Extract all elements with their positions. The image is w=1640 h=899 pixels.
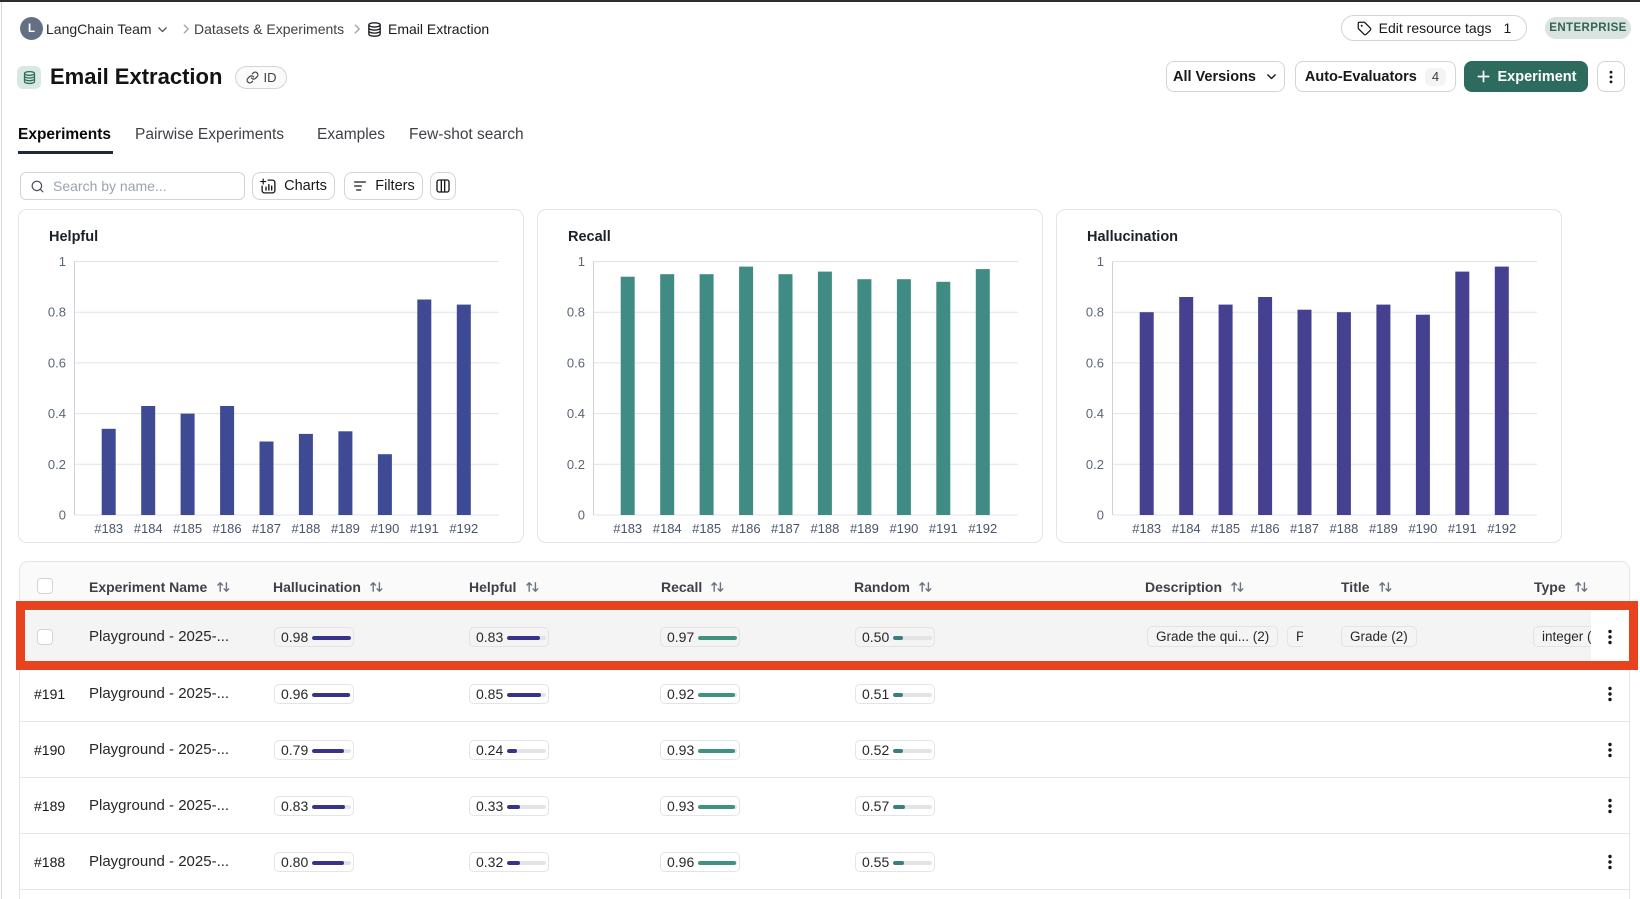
svg-text:1: 1 [59, 254, 66, 269]
svg-text:#191: #191 [929, 521, 958, 536]
svg-text:#183: #183 [613, 521, 642, 536]
svg-text:0.2: 0.2 [567, 457, 585, 472]
svg-text:#189: #189 [331, 521, 360, 536]
svg-text:Hallucination: Hallucination [1087, 229, 1178, 245]
svg-text:#190: #190 [1408, 521, 1437, 536]
svg-text:#188: #188 [810, 521, 839, 536]
svg-text:#184: #184 [1172, 521, 1201, 536]
svg-text:0.6: 0.6 [48, 355, 66, 370]
svg-text:0.4: 0.4 [48, 406, 66, 421]
svg-text:0.4: 0.4 [1086, 406, 1104, 421]
svg-text:#189: #189 [850, 521, 879, 536]
svg-text:0.6: 0.6 [567, 355, 585, 370]
svg-text:0.2: 0.2 [48, 457, 66, 472]
svg-text:#188: #188 [291, 521, 320, 536]
svg-text:#185: #185 [173, 521, 202, 536]
svg-text:#183: #183 [1132, 521, 1161, 536]
svg-text:#185: #185 [1211, 521, 1240, 536]
svg-text:#189: #189 [1369, 521, 1398, 536]
svg-text:#184: #184 [134, 521, 163, 536]
svg-text:#192: #192 [1487, 521, 1516, 536]
svg-text:0: 0 [1097, 508, 1104, 523]
svg-text:#186: #186 [1251, 521, 1280, 536]
svg-text:#186: #186 [213, 521, 242, 536]
svg-text:0: 0 [59, 508, 66, 523]
svg-text:Helpful: Helpful [49, 229, 98, 245]
svg-text:#187: #187 [1290, 521, 1319, 536]
svg-text:#187: #187 [771, 521, 800, 536]
svg-text:0.4: 0.4 [567, 406, 585, 421]
svg-text:#183: #183 [94, 521, 123, 536]
svg-text:1: 1 [1097, 254, 1104, 269]
svg-text:0: 0 [578, 508, 585, 523]
svg-text:#187: #187 [252, 521, 281, 536]
svg-text:#184: #184 [653, 521, 682, 536]
svg-text:#186: #186 [732, 521, 761, 536]
svg-text:#192: #192 [449, 521, 478, 536]
svg-text:0.8: 0.8 [48, 305, 66, 320]
svg-text:#185: #185 [692, 521, 721, 536]
svg-text:0.6: 0.6 [1086, 355, 1104, 370]
svg-text:1: 1 [578, 254, 585, 269]
svg-text:0.2: 0.2 [1086, 457, 1104, 472]
svg-text:Recall: Recall [568, 229, 611, 245]
svg-text:#190: #190 [370, 521, 399, 536]
svg-text:#191: #191 [410, 521, 439, 536]
svg-text:#192: #192 [968, 521, 997, 536]
svg-text:0.8: 0.8 [567, 305, 585, 320]
svg-text:#190: #190 [889, 521, 918, 536]
svg-text:#188: #188 [1329, 521, 1358, 536]
svg-text:#191: #191 [1448, 521, 1477, 536]
svg-text:0.8: 0.8 [1086, 305, 1104, 320]
